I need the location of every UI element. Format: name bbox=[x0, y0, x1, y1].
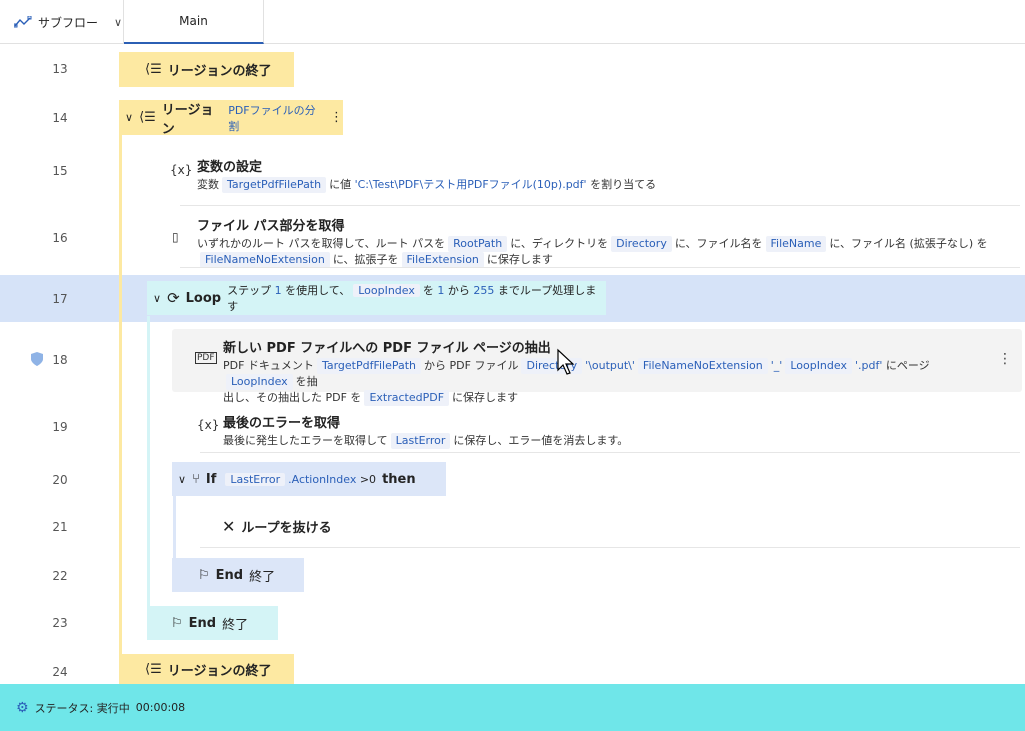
action-get-last-error[interactable]: 最後のエラーを取得 最後に発生したエラーを取得して LastError に保存し、エ… bbox=[223, 412, 993, 449]
gear-icon: ⚙ bbox=[16, 699, 29, 716]
region-end-label: リージョンの終了 bbox=[167, 663, 272, 679]
variable-chip: LoopIndex bbox=[353, 284, 420, 297]
action-description-line2: FileNameNoExtension に、拡張子を FileExtension に保… bbox=[197, 252, 1017, 268]
chevron-down-icon[interactable]: ∨ bbox=[125, 111, 133, 124]
status-label: ステータス: 実行中 bbox=[34, 701, 130, 715]
flag-icon: ⚐ bbox=[198, 567, 210, 583]
line-number: 22 bbox=[52, 569, 68, 583]
line-number: 14 bbox=[52, 111, 68, 125]
pdf-icon: PDF bbox=[195, 352, 217, 364]
end-loop[interactable]: ⚐ End 終了 bbox=[147, 606, 278, 640]
line-number: 21 bbox=[52, 520, 68, 534]
action-description: 変数 TargetPdfFilePath に値 'C:\Test\PDF\テスト用P… bbox=[197, 177, 657, 193]
if-icon: ⑂ bbox=[192, 471, 200, 487]
action-description: いずれかのルート パスを取得して、ルート パスを RootPath に、ディレクトリ… bbox=[197, 236, 988, 252]
if-header[interactable]: ∨ ⑂ If LastError .ActionIndex >0 then bbox=[172, 462, 446, 496]
status-bar: ⚙ ステータス: 実行中 00:00:08 bbox=[0, 684, 1025, 731]
value-text: 'C:\Test\PDF\テスト用PDFファイル(10p).pdf' bbox=[354, 178, 587, 191]
loop-keyword: Loop bbox=[185, 290, 222, 306]
variable-chip: TargetPdfFilePath bbox=[316, 358, 422, 374]
then-keyword: then bbox=[382, 471, 416, 487]
action-title: ループを抜ける bbox=[241, 520, 332, 536]
divider bbox=[200, 452, 1020, 453]
line-number: 17 bbox=[52, 292, 68, 306]
subflow-label: サブフロー bbox=[38, 15, 99, 30]
action-exit-loop[interactable]: ✕ ループを抜ける bbox=[222, 512, 332, 540]
line-number: 20 bbox=[52, 473, 68, 487]
line-number: 19 bbox=[52, 420, 68, 434]
line-number: 18 bbox=[52, 353, 68, 367]
line-number: 16 bbox=[52, 231, 68, 245]
loop-nesting-line bbox=[147, 316, 150, 606]
variable-chip: RootPath bbox=[448, 236, 508, 252]
chevron-down-icon: ∨ bbox=[114, 15, 123, 29]
region-icon: ⟨☰ bbox=[145, 62, 162, 77]
if-keyword: If bbox=[205, 471, 217, 487]
region-icon: ⟨☰ bbox=[145, 661, 162, 677]
variable-chip: LoopIndex bbox=[226, 374, 293, 390]
divider bbox=[180, 205, 1020, 206]
status-time: 00:00:08 bbox=[135, 701, 186, 714]
get-error-icon: {x} bbox=[197, 418, 220, 432]
top-bar: サブフロー ∨ Main bbox=[0, 0, 1025, 44]
divider bbox=[200, 547, 1020, 548]
region-start[interactable]: ∨ ⟨☰ リージョン PDFファイルの分割 ⋮ bbox=[119, 100, 343, 137]
more-options-icon[interactable]: ⋮ bbox=[998, 351, 1012, 367]
region-end-1[interactable]: ⟨☰ リージョンの終了 bbox=[119, 52, 294, 87]
flag-icon: ⚐ bbox=[171, 615, 183, 631]
variable-chip: LastError bbox=[390, 433, 451, 449]
action-extract-pdf-pages[interactable]: 新しい PDF ファイルへの PDF ファイル ページの抽出 PDF ドキュメン… bbox=[223, 337, 993, 406]
variable-chip: Directory bbox=[611, 236, 672, 252]
if-nesting-line bbox=[173, 496, 176, 558]
file-path-icon: ▯ bbox=[172, 230, 179, 244]
line-number: 24 bbox=[52, 665, 68, 679]
loop-description: ステップ 1 を使用して、 LoopIndex を 1 から 255 までループ処理… bbox=[227, 284, 597, 313]
loop-header[interactable]: ∨ ⟳ Loop ステップ 1 を使用して、 LoopIndex を 1 から 25… bbox=[147, 281, 606, 315]
action-description: 最後に発生したエラーを取得して LastError に保存し、エラー値を消去します。 bbox=[223, 433, 629, 449]
line-number: 23 bbox=[52, 616, 68, 630]
end-keyword: End bbox=[188, 615, 217, 631]
more-options-icon[interactable]: ⋮ bbox=[330, 110, 343, 125]
region-icon: ⟨☰ bbox=[139, 110, 156, 125]
variable-chip: FileName bbox=[765, 236, 827, 252]
action-description: PDF ドキュメント TargetPdfFilePath から PDF ファイル Di… bbox=[223, 358, 930, 390]
variable-chip: LoopIndex bbox=[785, 358, 852, 374]
subflow-icon bbox=[14, 16, 32, 28]
tab-main[interactable]: Main bbox=[124, 0, 264, 44]
variable-chip: FileNameNoExtension bbox=[200, 252, 330, 268]
subflow-dropdown[interactable]: サブフロー ∨ bbox=[0, 0, 124, 44]
action-get-file-path[interactable]: ファイル パス部分を取得 いずれかのルート パスを取得して、ルート パスを Roo… bbox=[197, 215, 1017, 268]
variable-chip: FileExtension bbox=[401, 252, 484, 268]
region-name: PDFファイルの分割 bbox=[228, 103, 316, 133]
loop-icon: ⟳ bbox=[167, 289, 180, 307]
action-title: ファイル パス部分を取得 bbox=[197, 219, 345, 234]
region-end-2[interactable]: ⟨☰ リージョンの終了 bbox=[119, 654, 294, 684]
end-keyword: End bbox=[215, 567, 244, 583]
chevron-down-icon[interactable]: ∨ bbox=[178, 473, 186, 486]
mouse-cursor-icon bbox=[557, 348, 575, 375]
breakpoint-shield-icon[interactable] bbox=[29, 351, 45, 367]
action-title: 新しい PDF ファイルへの PDF ファイル ページの抽出 bbox=[223, 341, 551, 356]
action-title: 最後のエラーを取得 bbox=[223, 416, 341, 431]
divider bbox=[180, 267, 1020, 268]
chevron-down-icon[interactable]: ∨ bbox=[153, 292, 161, 305]
variable-icon: {x} bbox=[170, 163, 193, 177]
end-label: 終了 bbox=[249, 569, 276, 585]
region-nesting-line bbox=[119, 134, 122, 654]
action-title: 変数の設定 bbox=[197, 160, 263, 175]
end-if[interactable]: ⚐ End 終了 bbox=[172, 558, 304, 592]
variable-chip: TargetPdfFilePath bbox=[222, 177, 327, 193]
region-label: リージョン bbox=[161, 102, 214, 137]
variable-chip: LastError bbox=[225, 472, 286, 486]
line-number: 13 bbox=[52, 62, 68, 76]
region-end-label: リージョンの終了 bbox=[167, 64, 272, 79]
line-number: 15 bbox=[52, 164, 68, 178]
close-icon: ✕ bbox=[222, 516, 236, 536]
if-condition: LastError .ActionIndex >0 bbox=[222, 472, 376, 486]
action-set-variable[interactable]: 変数の設定 変数 TargetPdfFilePath に値 'C:\Test\PDF… bbox=[197, 156, 997, 193]
variable-chip: ExtractedPDF bbox=[364, 390, 450, 406]
end-label: 終了 bbox=[222, 617, 249, 633]
variable-chip: FileNameNoExtension bbox=[637, 358, 768, 374]
action-description-line2: 出し、その抽出した PDF を ExtractedPDF に保存します bbox=[223, 390, 519, 406]
